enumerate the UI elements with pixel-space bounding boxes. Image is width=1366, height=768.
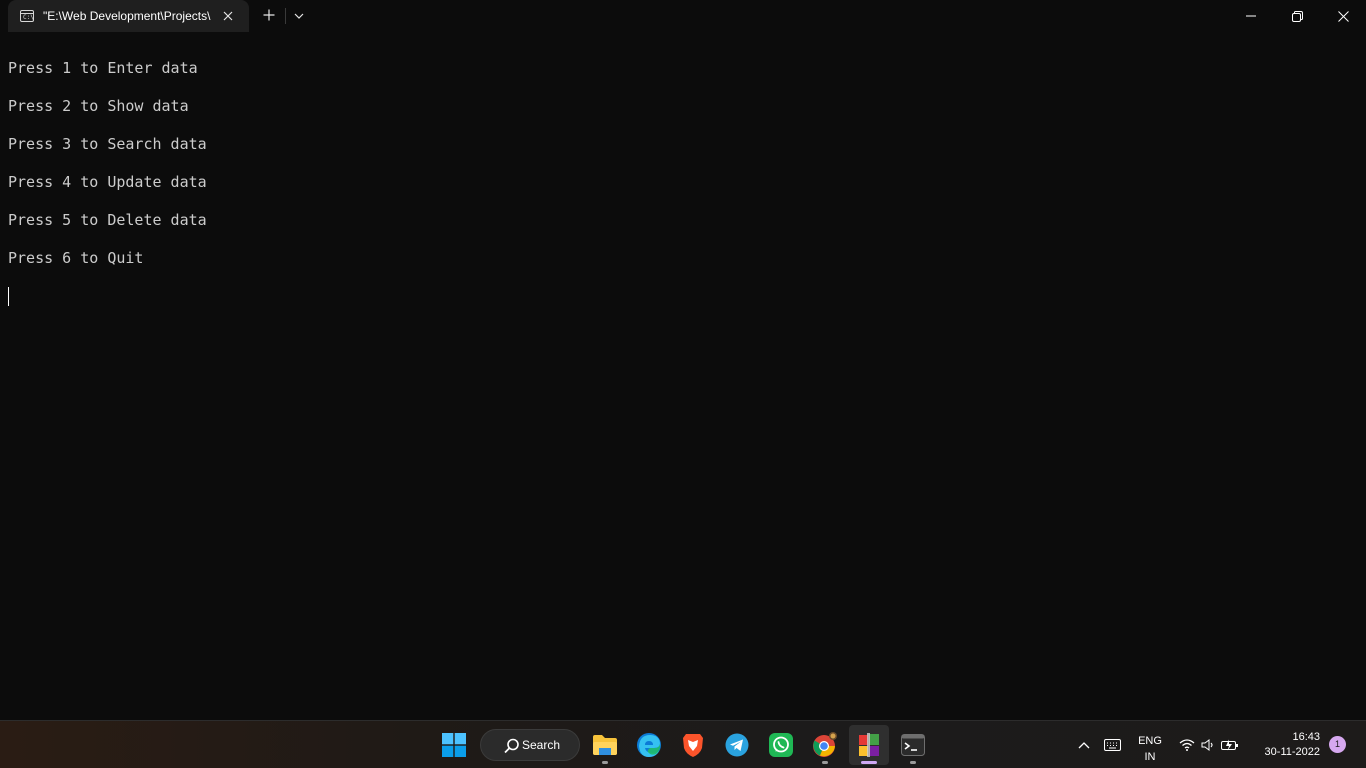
clock-button[interactable]: 16:43 30-11-2022	[1252, 725, 1328, 765]
new-tab-button[interactable]	[258, 4, 280, 26]
start-windows-icon	[442, 733, 466, 757]
text-cursor	[8, 287, 9, 306]
telegram-icon	[725, 733, 749, 757]
brave-browser-icon	[683, 733, 703, 757]
tab-dropdown-button[interactable]	[289, 5, 309, 27]
taskbar-chrome[interactable]	[805, 725, 845, 765]
taskbar-winrar[interactable]	[849, 725, 889, 765]
region-label: IN	[1144, 751, 1156, 763]
taskbar-brave[interactable]	[673, 725, 713, 765]
touch-keyboard-button[interactable]	[1096, 725, 1128, 765]
minimize-button[interactable]	[1228, 0, 1274, 32]
volume-icon	[1201, 739, 1213, 751]
restore-button[interactable]	[1274, 0, 1320, 32]
running-indicator	[822, 761, 828, 764]
tab-close-button[interactable]	[218, 6, 238, 26]
console-icon: C:\	[20, 10, 34, 22]
terminal-line: Press 4 to Update data	[8, 173, 207, 191]
notification-badge[interactable]: 1	[1329, 736, 1346, 753]
quick-settings-button[interactable]	[1174, 725, 1244, 765]
taskbar: Search ENG IN 16:43 30-11-2022 1	[0, 720, 1366, 768]
search-label: Search	[522, 738, 561, 752]
file-explorer-icon	[593, 735, 617, 755]
terminal-line: Press 2 to Show data	[8, 97, 189, 115]
active-indicator	[861, 761, 877, 764]
taskbar-edge[interactable]	[629, 725, 669, 765]
console-icon-label: C:\	[23, 14, 34, 21]
start-button[interactable]	[434, 725, 474, 765]
terminal-line: Press 1 to Enter data	[8, 59, 198, 77]
title-bar: C:\ "E:\Web Development\Projects\	[0, 0, 1366, 32]
tab-title: "E:\Web Development\Projects\	[43, 9, 211, 23]
clock-date: 30-11-2022	[1264, 746, 1320, 758]
tab-separator	[285, 8, 286, 24]
battery-charging-icon	[1221, 739, 1238, 751]
running-indicator	[910, 761, 916, 764]
taskbar-telegram[interactable]	[717, 725, 757, 765]
search-icon	[504, 738, 519, 754]
winrar-icon	[859, 733, 879, 757]
chrome-browser-icon	[813, 732, 837, 757]
terminal-output[interactable]: Press 1 to Enter data Press 2 to Show da…	[0, 32, 1366, 720]
terminal-line: Press 3 to Search data	[8, 135, 207, 153]
taskbar-terminal[interactable]	[893, 725, 933, 765]
chevron-down-icon	[294, 13, 304, 19]
terminal-line: Press 6 to Quit	[8, 249, 144, 267]
close-window-button[interactable]	[1320, 0, 1366, 32]
language-label: ENG	[1138, 735, 1162, 747]
close-icon	[1337, 10, 1349, 22]
terminal-icon	[901, 734, 925, 756]
running-indicator	[602, 761, 608, 764]
chevron-up-icon	[1078, 742, 1090, 749]
terminal-line: Press 5 to Delete data	[8, 211, 207, 229]
restore-icon	[1291, 10, 1303, 22]
minimize-icon	[1246, 15, 1256, 17]
keyboard-icon	[1103, 739, 1121, 751]
taskbar-search[interactable]: Search	[480, 729, 580, 761]
plus-icon	[263, 9, 275, 21]
whatsapp-icon	[769, 733, 793, 757]
tab-terminal[interactable]: C:\ "E:\Web Development\Projects\	[8, 0, 249, 32]
taskbar-file-explorer[interactable]	[585, 725, 625, 765]
wifi-icon	[1179, 739, 1195, 751]
input-language-button[interactable]: ENG IN	[1131, 725, 1169, 765]
edge-browser-icon	[637, 733, 661, 757]
taskbar-whatsapp[interactable]	[761, 725, 801, 765]
clock-time: 16:43	[1292, 731, 1320, 743]
close-icon	[223, 11, 233, 21]
